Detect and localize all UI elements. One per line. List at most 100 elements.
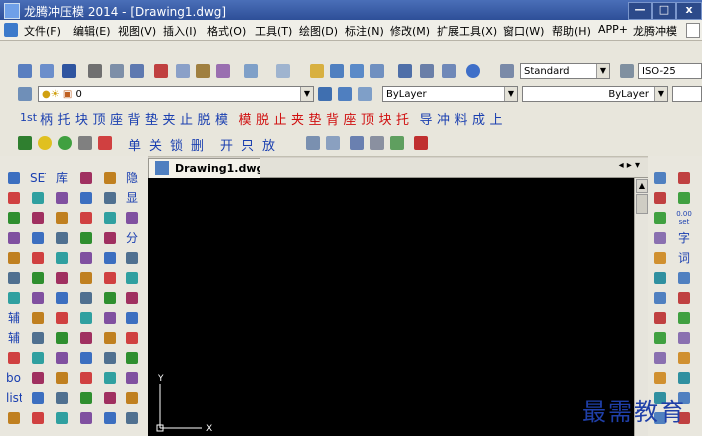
- palette-tool-button[interactable]: [6, 250, 22, 266]
- palette-tool-button[interactable]: [54, 330, 70, 346]
- utility-tool-button[interactable]: 删: [191, 135, 204, 154]
- palette-text-button[interactable]: 字: [676, 230, 692, 246]
- menu-app-plus[interactable]: APP+: [598, 23, 628, 36]
- palette-text-button[interactable]: SET: [30, 170, 46, 186]
- mold-tool-button[interactable]: 块: [75, 109, 88, 128]
- text-tool-icon-2[interactable]: [326, 136, 340, 150]
- menu-dimension[interactable]: 标注(N): [345, 23, 384, 39]
- pan-icon[interactable]: [310, 64, 324, 78]
- save-icon[interactable]: [62, 64, 76, 78]
- menu-app-icon[interactable]: [4, 23, 18, 37]
- open-icon[interactable]: [40, 64, 54, 78]
- palette-tool-button[interactable]: [54, 370, 70, 386]
- chevron-down-icon[interactable]: ▼: [300, 87, 313, 101]
- app-icon[interactable]: [4, 3, 20, 19]
- utility-tool-button[interactable]: 放: [262, 135, 275, 154]
- palette-tool-button[interactable]: [30, 230, 46, 246]
- drawing-canvas[interactable]: Y X: [148, 178, 634, 436]
- palette-tool-button[interactable]: [54, 270, 70, 286]
- palette-tool-button[interactable]: [652, 370, 668, 386]
- mold-tool-button[interactable]: 上: [490, 109, 503, 128]
- palette-text-button[interactable]: 显: [124, 190, 140, 206]
- palette-tool-button[interactable]: [102, 330, 118, 346]
- palette-tool-button[interactable]: [652, 250, 668, 266]
- mold-tool-button[interactable]: 脱: [256, 109, 269, 128]
- palette-tool-button[interactable]: [54, 350, 70, 366]
- mold-tool-button[interactable]: 顶: [361, 109, 374, 128]
- palette-tool-button[interactable]: [102, 390, 118, 406]
- palette-tool-button[interactable]: [124, 250, 140, 266]
- palette-tool-button[interactable]: [6, 410, 22, 426]
- palette-tool-button[interactable]: [30, 190, 46, 206]
- palette-tool-button[interactable]: [30, 210, 46, 226]
- layer-manager-icon[interactable]: [18, 87, 32, 101]
- palette-tool-button[interactable]: [30, 330, 46, 346]
- mold-tool-button[interactable]: 料: [455, 109, 468, 128]
- mold-tool-button[interactable]: 托: [58, 109, 71, 128]
- print-preview-icon[interactable]: [110, 64, 124, 78]
- palette-tool-button[interactable]: [78, 170, 94, 186]
- menu-longteng-mold[interactable]: 龙腾冲模: [633, 23, 677, 39]
- palette-tool-button[interactable]: [676, 310, 692, 326]
- palette-tool-button[interactable]: [652, 170, 668, 186]
- palette-tool-button[interactable]: [54, 310, 70, 326]
- palette-tool-button[interactable]: [124, 270, 140, 286]
- palette-tool-button[interactable]: [676, 290, 692, 306]
- dim-style-select[interactable]: ISO-25: [638, 63, 702, 79]
- text-tool-icon-1[interactable]: [306, 136, 320, 150]
- text-tool-icon-4[interactable]: [370, 136, 384, 150]
- design-center-icon[interactable]: [420, 64, 434, 78]
- menu-insert[interactable]: 插入(I): [163, 23, 197, 39]
- palette-tool-button[interactable]: [652, 190, 668, 206]
- close-button[interactable]: x: [676, 2, 702, 20]
- palette-tool-button[interactable]: [652, 210, 668, 226]
- palette-tool-button[interactable]: [78, 270, 94, 286]
- palette-tool-button[interactable]: [30, 370, 46, 386]
- palette-tool-button[interactable]: [78, 410, 94, 426]
- lineweight-select[interactable]: [672, 86, 702, 102]
- mold-tool-button[interactable]: 背: [326, 109, 339, 128]
- palette-text-button[interactable]: 辅: [6, 310, 22, 326]
- utility-tool-button[interactable]: 锁: [170, 135, 183, 154]
- palette-text-button[interactable]: bom: [6, 370, 22, 386]
- palette-tool-button[interactable]: [54, 290, 70, 306]
- document-tab[interactable]: Drawing1.dwg: [148, 158, 264, 178]
- tool-palettes-icon[interactable]: [442, 64, 456, 78]
- palette-tool-button[interactable]: [124, 370, 140, 386]
- menu-edit[interactable]: 编辑(E): [73, 23, 111, 39]
- palette-text-button[interactable]: 库: [54, 170, 70, 186]
- palette-tool-button[interactable]: [6, 350, 22, 366]
- layer-previous-icon[interactable]: [338, 87, 352, 101]
- palette-tool-button[interactable]: [102, 230, 118, 246]
- palette-tool-button[interactable]: [652, 230, 668, 246]
- layer-tool-icon[interactable]: [18, 136, 32, 150]
- mold-tool-button[interactable]: 导: [420, 109, 433, 128]
- color-grid-icon[interactable]: [414, 136, 428, 150]
- scroll-thumb[interactable]: [636, 194, 648, 214]
- cut-icon[interactable]: [154, 64, 168, 78]
- palette-tool-button[interactable]: [102, 210, 118, 226]
- bulb-green-icon[interactable]: [58, 136, 72, 150]
- text-tool-icon-3[interactable]: [350, 136, 364, 150]
- new-icon[interactable]: [18, 64, 32, 78]
- palette-tool-button[interactable]: [652, 310, 668, 326]
- mold-tool-button[interactable]: 块: [379, 109, 392, 128]
- text-style-select[interactable]: Standard ▼: [520, 63, 610, 79]
- palette-tool-button[interactable]: [676, 190, 692, 206]
- palette-tool-button[interactable]: [676, 170, 692, 186]
- palette-tool-button[interactable]: [6, 230, 22, 246]
- menu-file[interactable]: 文件(F): [24, 23, 61, 39]
- mold-tool-button[interactable]: 成: [472, 109, 485, 128]
- mold-tool-button[interactable]: 顶: [93, 109, 106, 128]
- publish-icon[interactable]: [130, 64, 144, 78]
- palette-text-button[interactable]: 隐: [124, 170, 140, 186]
- palette-tool-button[interactable]: [676, 370, 692, 386]
- palette-tool-button[interactable]: [652, 290, 668, 306]
- utility-tool-button[interactable]: 关: [149, 135, 162, 154]
- palette-tool-button[interactable]: [676, 270, 692, 286]
- palette-tool-button[interactable]: [30, 410, 46, 426]
- redo-icon[interactable]: [276, 64, 290, 78]
- palette-tool-button[interactable]: [102, 310, 118, 326]
- utility-tool-button[interactable]: 只: [241, 135, 254, 154]
- palette-tool-button[interactable]: [124, 350, 140, 366]
